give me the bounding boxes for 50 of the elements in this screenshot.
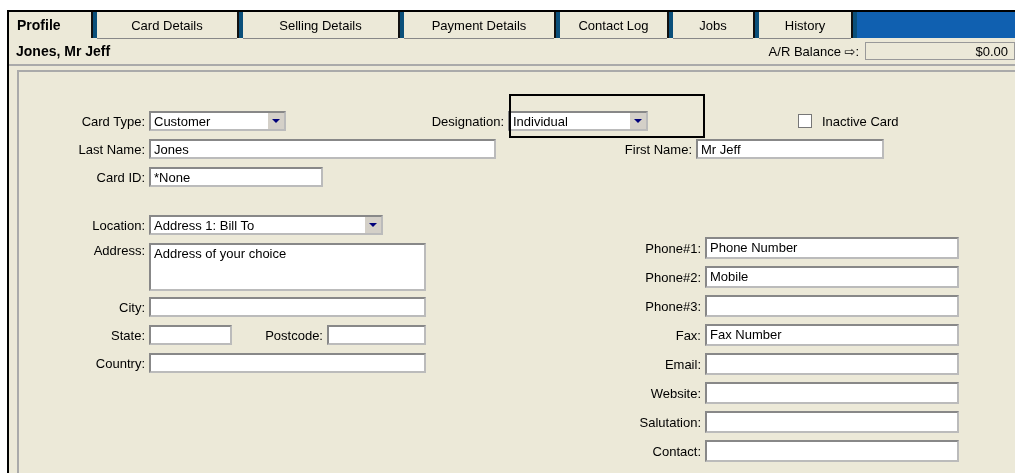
text-field[interactable]: Mr Jeff [696,139,884,159]
text-field[interactable]: Address of your choice [149,243,426,291]
field-label: Email: [663,356,702,372]
field-label: Last Name: [77,141,146,157]
field-label: City: [118,299,146,315]
text-field[interactable] [705,353,959,375]
text-field[interactable] [705,382,959,404]
field-label: Contact: [651,443,702,459]
tab-separator [667,12,673,38]
text-field[interactable]: Mobile [705,266,959,288]
field-label: Phone#3: [644,298,702,314]
field-label: Card ID: [95,169,146,185]
field-label: Postcode: [264,327,324,343]
field-label: Address: [92,243,146,258]
text-field[interactable]: Jones [149,139,496,159]
tab-separator [753,12,759,38]
field-label: Location: [91,217,146,233]
tab-separator [554,12,560,38]
field-label: First Name: [623,141,693,157]
field-label: Country: [94,355,146,371]
field-label: Designation: [430,113,505,129]
text-field[interactable] [705,295,959,317]
text-field[interactable] [705,440,959,462]
text-field[interactable]: *None [149,167,323,187]
field-label: State: [110,327,146,343]
text-field[interactable] [327,325,426,345]
text-field[interactable]: Phone Number [705,237,959,259]
tab-separator [398,12,404,38]
balance-field: $0.00 [865,42,1015,60]
field-label: Card Type: [80,113,146,129]
text-field[interactable] [149,297,426,317]
text-field[interactable] [705,411,959,433]
checkbox-label: Inactive Card [822,113,899,129]
dropdown[interactable]: Individual [508,111,648,131]
field-label: Phone#2: [644,269,702,285]
field-label: Phone#1: [644,240,702,256]
tab-separator [851,12,857,38]
field-label: Fax: [674,327,702,343]
field-label: Website: [649,385,702,401]
text-field[interactable]: Fax Number [705,324,959,346]
checkbox[interactable] [798,114,812,128]
tab-separator [237,12,243,38]
dropdown[interactable]: Customer [149,111,286,131]
card-name: Jones, Mr Jeff [16,43,111,59]
balance-label: A/R Balance ⇨: [768,43,859,59]
text-field[interactable] [149,353,426,373]
field-label: Salutation: [638,414,702,430]
text-field[interactable] [149,325,232,345]
dropdown[interactable]: Address 1: Bill To [149,215,383,235]
tab-separator [91,12,97,38]
